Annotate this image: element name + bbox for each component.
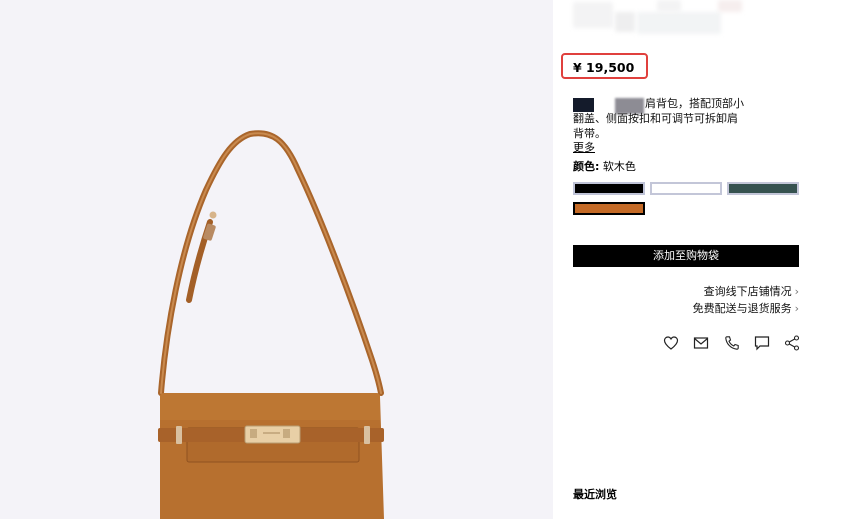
- swatch-black[interactable]: [573, 182, 645, 195]
- swatch-white[interactable]: [650, 182, 722, 195]
- product-description: 肩背包，搭配顶部小 翻盖、侧面按扣和可调节可拆卸肩 背带。: [573, 96, 773, 141]
- swatch-dark-green[interactable]: [727, 182, 799, 195]
- color-row: 颜色: 软木色: [573, 160, 636, 174]
- share-icon[interactable]: [784, 335, 800, 351]
- description-line: 肩背包，搭配顶部小: [645, 97, 744, 110]
- more-link[interactable]: 更多: [573, 141, 595, 155]
- redacted-header-block: [718, 0, 742, 12]
- swatch-tan[interactable]: [573, 202, 645, 215]
- product-image[interactable]: [0, 0, 553, 519]
- store-availability-label: 查询线下店铺情况: [703, 285, 792, 298]
- product-details: ¥ 19,500 肩背包，搭配顶部小 翻盖、侧面按扣和可调节可拆卸肩 背带。 更…: [553, 0, 845, 519]
- description-line: 背带。: [573, 127, 606, 140]
- redacted-header-block: [573, 2, 613, 28]
- heart-icon[interactable]: [663, 335, 679, 351]
- add-to-bag-button[interactable]: 添加至购物袋: [573, 245, 799, 267]
- store-availability-link[interactable]: 查询线下店铺情况 ›: [704, 285, 799, 299]
- color-value: 软木色: [602, 160, 636, 173]
- chat-icon[interactable]: [754, 335, 770, 351]
- shipping-returns-link[interactable]: 免费配送与退货服务 ›: [693, 302, 799, 316]
- chevron-right-icon: ›: [794, 285, 799, 298]
- description-line: 翻盖、侧面按扣和可调节可拆卸肩: [573, 112, 738, 125]
- color-label: 颜色:: [573, 160, 600, 173]
- redacted-header-block: [615, 12, 635, 32]
- chevron-right-icon: ›: [794, 302, 799, 315]
- mail-icon[interactable]: [693, 335, 709, 351]
- shipping-returns-label: 免费配送与退货服务: [692, 302, 792, 315]
- product-price: ¥ 19,500: [573, 60, 635, 75]
- product-image-panel: [0, 0, 553, 519]
- recently-viewed-title: 最近浏览: [573, 488, 617, 501]
- redacted-header-block: [657, 0, 681, 12]
- phone-icon[interactable]: [724, 335, 740, 351]
- redacted-header-block: [637, 12, 721, 34]
